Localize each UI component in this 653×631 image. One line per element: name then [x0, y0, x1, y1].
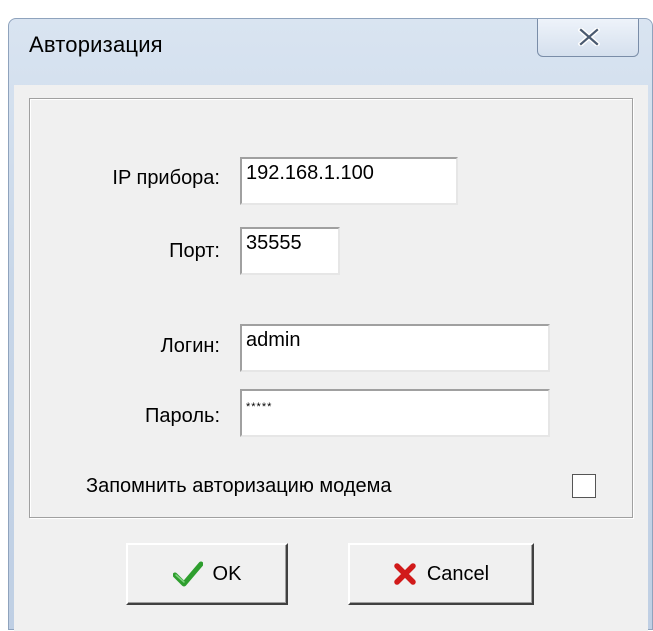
auth-dialog-window: Авторизация IP прибора: 192.168.1.100 По… — [8, 18, 653, 631]
ip-label: IP прибора: — [112, 167, 220, 189]
window-title: Авторизация — [29, 32, 163, 57]
port-input[interactable]: 35555 — [240, 227, 340, 275]
ip-value: 192.168.1.100 — [246, 162, 374, 184]
close-icon — [578, 28, 600, 46]
ip-input[interactable]: 192.168.1.100 — [240, 157, 458, 205]
cross-icon — [394, 563, 416, 585]
ok-button-label: OK — [212, 562, 242, 585]
port-value: 35555 — [246, 232, 302, 254]
remember-label: Запомнить авторизацию модема — [86, 475, 392, 497]
remember-checkbox[interactable] — [572, 474, 596, 498]
ok-button[interactable]: OK — [126, 543, 288, 605]
login-input[interactable]: admin — [240, 324, 550, 372]
checkmark-icon — [172, 561, 203, 587]
password-input[interactable]: ***** — [240, 389, 550, 437]
login-value: admin — [246, 329, 301, 351]
cancel-button[interactable]: Cancel — [348, 543, 534, 605]
title-bar[interactable]: Авторизация — [9, 19, 652, 95]
password-value: ***** — [246, 401, 273, 413]
dialog-client-area: IP прибора: 192.168.1.100 Порт: 35555 Ло… — [14, 85, 648, 631]
cancel-button-label: Cancel — [426, 562, 490, 585]
login-label: Логин: — [160, 335, 220, 357]
connection-settings-group: IP прибора: 192.168.1.100 Порт: 35555 Ло… — [29, 98, 633, 518]
close-button[interactable] — [537, 19, 639, 57]
password-label: Пароль: — [145, 405, 220, 427]
port-label: Порт: — [169, 240, 220, 262]
